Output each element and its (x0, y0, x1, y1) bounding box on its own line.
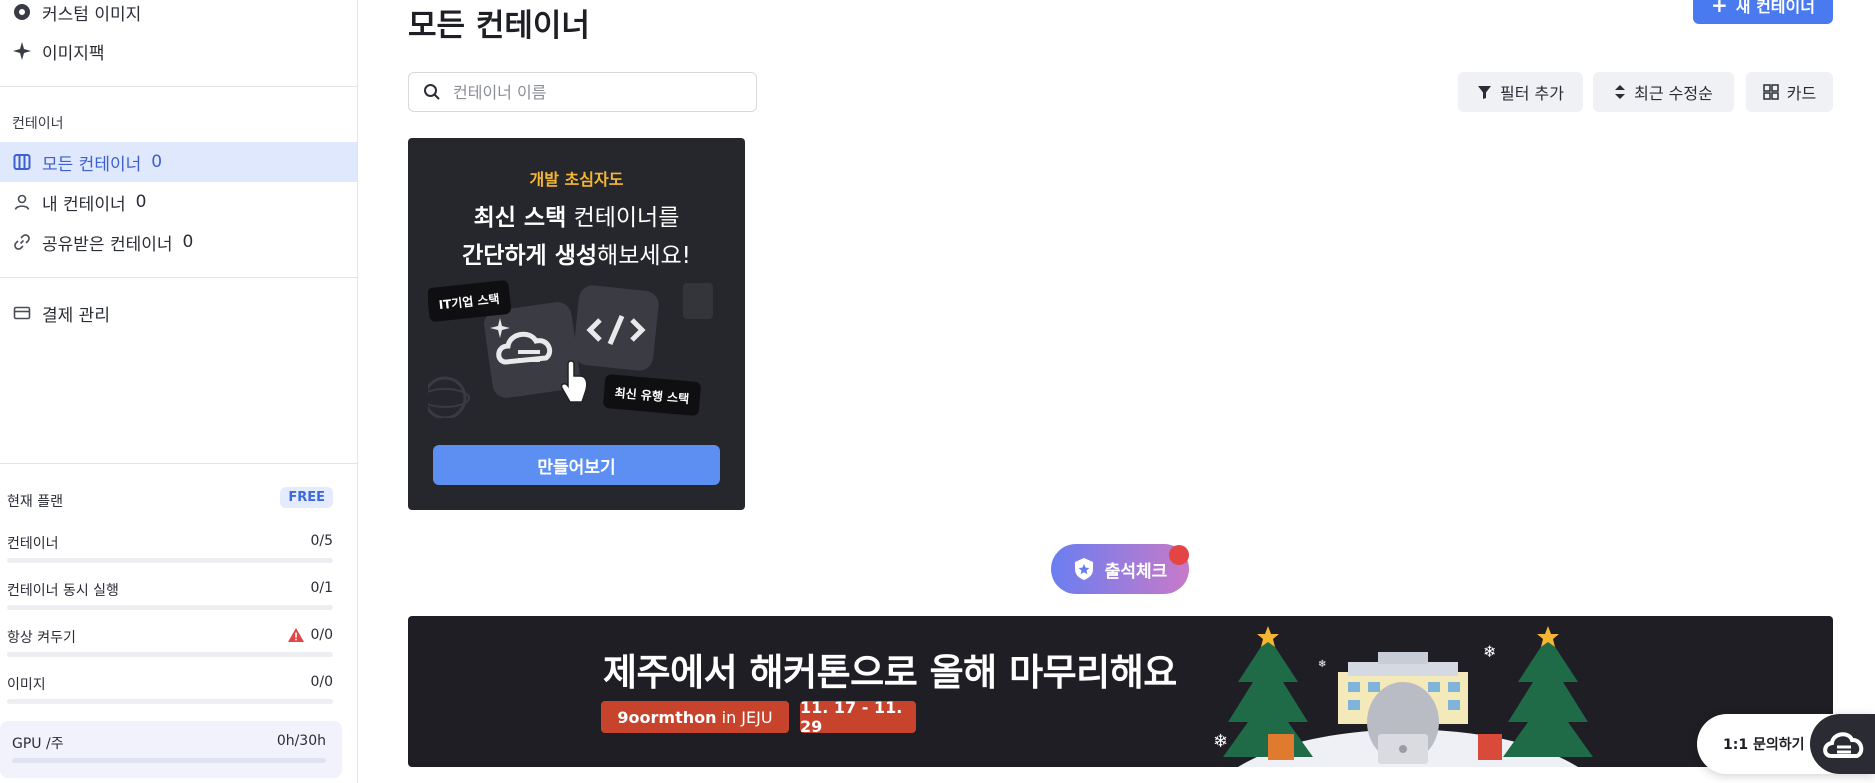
svg-text:❄: ❄ (1483, 642, 1496, 661)
react-logo-icon (428, 376, 467, 418)
usage-bar (7, 605, 333, 610)
disc-icon (12, 2, 32, 22)
sidebar-item-my-containers[interactable]: 내 컨테이너 0 (0, 182, 357, 222)
sidebar-item-count: 0 (135, 192, 147, 212)
search-box[interactable] (408, 72, 757, 112)
sort-icon (1615, 85, 1626, 99)
usage-label: 컨테이너 (7, 536, 59, 552)
sidebar-item-label: 모든 컨테이너 (42, 154, 142, 175)
sidebar-item-label: 커스텀 이미지 (42, 4, 142, 25)
divider (0, 463, 357, 464)
promo-line-2: 간단하게 생성해보세요! (408, 236, 745, 270)
usage-bar (7, 699, 333, 704)
usage-bar (7, 652, 333, 657)
view-label: 카드 (1786, 84, 1817, 103)
warning-icon[interactable] (287, 627, 305, 643)
link-icon (12, 232, 32, 252)
sidebar-item-label: 내 컨테이너 (42, 194, 126, 215)
sidebar-item-billing[interactable]: 결제 관리 (0, 293, 357, 333)
promo-line-2-bold: 간단하게 생성 (462, 243, 598, 269)
divider (0, 277, 357, 278)
svg-text:❄: ❄ (1213, 731, 1228, 752)
promo-kicker: 개발 초심자도 (529, 170, 624, 189)
grid-icon (1763, 84, 1779, 100)
new-container-label: 새 컨테이너 (1735, 0, 1815, 16)
usage-gpu: GPU /주 0h/30h (0, 721, 342, 778)
promo-line-1-rest: 컨테이너를 (566, 205, 680, 231)
search-input[interactable] (453, 82, 733, 102)
sidebar-item-label: 결제 관리 (42, 305, 110, 326)
hackathon-banner[interactable]: 제주에서 해커톤으로 올해 마무리해요 9oormthon in JEJU 11… (408, 616, 1833, 767)
gift-icon (1478, 734, 1502, 760)
sidebar-item-label: 이미지팩 (42, 43, 105, 64)
view-toggle-button[interactable]: 카드 (1746, 72, 1833, 112)
support-chat-label: 1:1 문의하기 (1723, 737, 1805, 753)
usage-value: 0/0 (310, 627, 333, 643)
plan-label: 현재 플랜 (7, 494, 63, 510)
banner-event-name: 9oormthon (617, 707, 717, 727)
support-chat-button[interactable]: 1:1 문의하기 (1697, 714, 1875, 774)
filter-label: 필터 추가 (1500, 84, 1564, 103)
sidebar-item-custom-image[interactable]: 커스텀 이미지 (0, 0, 357, 32)
sidebar-item-count: 0 (151, 152, 163, 172)
shield-star-icon (1074, 558, 1093, 580)
attendance-label: 출석체크 (1104, 561, 1168, 582)
sidebar-item-label: 공유받은 컨테이너 (42, 234, 173, 255)
attendance-button[interactable]: 출석체크 (1051, 544, 1189, 594)
promo-card: 개발 초심자도 최신 스택 컨테이너를 간단하게 생성해보세요! IT기업 스택… (408, 138, 745, 510)
promo-illustration: IT기업 스택 최신 유행 스택 (428, 280, 713, 418)
notification-dot (1169, 545, 1189, 565)
christmas-tree-icon (1503, 636, 1593, 757)
plan-badge: FREE (280, 487, 333, 508)
sort-button[interactable]: 최근 수정순 (1593, 72, 1734, 112)
usage-label: 컨테이너 동시 실행 (7, 583, 119, 599)
sidebar-item-count: 0 (182, 232, 194, 252)
usage-value: 0/1 (310, 580, 333, 596)
usage-bar (12, 758, 326, 763)
gift-icon (1268, 734, 1294, 760)
banner-dates: 11. 17 - 11. 29 (800, 698, 916, 736)
sort-label: 최근 수정순 (1634, 84, 1713, 103)
sidebar-item-all-containers[interactable]: 모든 컨테이너 0 (0, 142, 357, 182)
promo-line-1-bold: 최신 스택 (473, 205, 567, 231)
filter-icon (1478, 85, 1492, 99)
new-container-button[interactable]: + 새 컨테이너 (1693, 0, 1833, 24)
card-icon (12, 303, 32, 323)
usage-label: 항상 켜두기 (7, 630, 76, 646)
sparkle-icon (12, 41, 32, 61)
page-title: 모든 컨테이너 (408, 8, 590, 44)
usage-value-wrap: 0/0 (287, 627, 333, 643)
usage-bar (7, 558, 333, 563)
banner-event-pill: 9oormthon in JEJU (601, 701, 789, 733)
usage-value: 0/0 (310, 674, 333, 690)
usage-label: 이미지 (7, 677, 46, 693)
promo-line-1: 최신 스택 컨테이너를 (408, 198, 745, 232)
promo-line-2-rest: 해보세요! (597, 243, 691, 269)
banner-illustration: ❄ ❄ ❄ (1213, 626, 1593, 767)
banner-event-place: in JEJU (721, 707, 773, 727)
filter-button[interactable]: 필터 추가 (1458, 72, 1583, 112)
columns-icon (12, 152, 32, 172)
css-logo-icon (683, 283, 713, 319)
cloud-logo-icon (1810, 714, 1875, 774)
usage-value: 0/5 (310, 533, 333, 549)
sidebar-item-image-pack[interactable]: 이미지팩 (0, 31, 357, 71)
section-label-containers: 컨테이너 (12, 116, 64, 132)
svg-text:❄: ❄ (1318, 659, 1326, 670)
sidebar: 커스텀 이미지 이미지팩 컨테이너 모든 컨테이너 0 내 컨테이너 0 공유받… (0, 0, 358, 783)
divider (0, 86, 357, 87)
plus-icon: + (1711, 0, 1728, 17)
user-icon (12, 192, 32, 212)
usage-value: 0h/30h (276, 733, 326, 749)
usage-label: GPU /주 (12, 736, 64, 752)
sidebar-item-shared-containers[interactable]: 공유받은 컨테이너 0 (0, 222, 357, 262)
search-icon (424, 84, 440, 100)
promo-create-button[interactable]: 만들어보기 (433, 445, 720, 485)
banner-headline: 제주에서 해커톤으로 올해 마무리해요 (603, 651, 1177, 694)
